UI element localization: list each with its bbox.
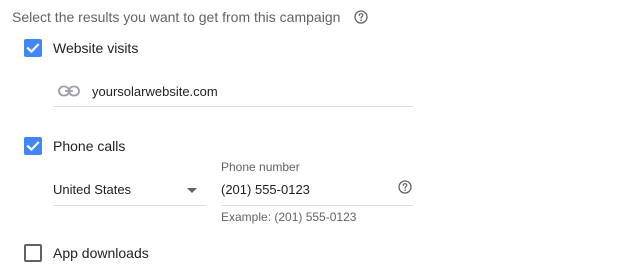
website-visits-checkbox[interactable] xyxy=(24,39,42,57)
website-visits-label: Website visits xyxy=(53,40,139,56)
instruction-text: Select the results you want to get from … xyxy=(12,9,341,25)
help-icon[interactable] xyxy=(354,10,368,24)
country-selected-value: United States xyxy=(53,182,132,197)
results-instruction: Select the results you want to get from … xyxy=(12,8,340,26)
phone-calls-label: Phone calls xyxy=(53,138,126,154)
website-url-underline xyxy=(53,106,413,107)
country-select[interactable]: United States xyxy=(53,178,206,206)
campaign-results-form: Select the results you want to get from … xyxy=(0,0,621,280)
phone-number-hint: Example: (201) 555-0123 xyxy=(221,210,357,224)
phone-help-icon[interactable] xyxy=(398,180,412,194)
app-downloads-checkbox[interactable] xyxy=(24,244,42,262)
phone-number-underline xyxy=(221,205,413,206)
phone-number-label: Phone number xyxy=(221,160,300,174)
website-url-input[interactable]: yoursolarwebsite.com xyxy=(92,84,218,100)
app-downloads-label: App downloads xyxy=(53,245,149,261)
phone-calls-checkbox[interactable] xyxy=(24,137,42,155)
dropdown-arrow-icon xyxy=(187,188,197,193)
phone-number-input[interactable]: (201) 555-0123 xyxy=(221,182,310,198)
country-select-underline xyxy=(53,205,206,206)
link-icon xyxy=(58,84,80,103)
